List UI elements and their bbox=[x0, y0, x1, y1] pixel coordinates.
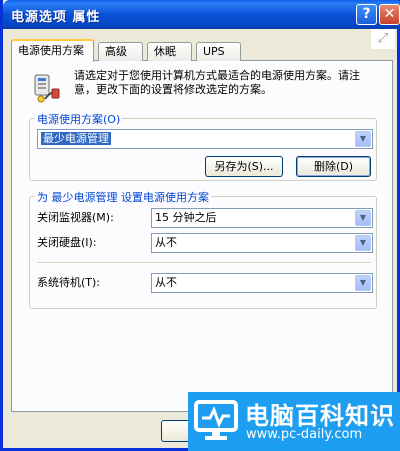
tab-power-schemes[interactable]: 电源使用方案 bbox=[11, 39, 94, 62]
monitor-off-value: 15 分钟之后 bbox=[155, 211, 217, 224]
standby-label: 系统待机(T): bbox=[37, 276, 101, 289]
scheme-select-value: 最少电源管理 bbox=[41, 132, 111, 145]
chevron-down-icon[interactable]: ▼ bbox=[355, 235, 371, 251]
settings-separator bbox=[37, 262, 371, 264]
title-bar[interactable]: 电源选项 属性 ? ✕ bbox=[3, 0, 400, 29]
chevron-down-icon[interactable]: ▼ bbox=[355, 275, 371, 291]
chevron-down-icon[interactable]: ▼ bbox=[355, 210, 371, 226]
harddisk-off-label: 关闭硬盘(I): bbox=[37, 236, 97, 249]
tab-hibernate[interactable]: 休眠 bbox=[147, 42, 192, 61]
expand-icon[interactable]: ⤢ bbox=[371, 29, 395, 49]
harddisk-off-select[interactable]: 从不 ▼ bbox=[151, 233, 373, 253]
watermark-url: www.pc-daily.com bbox=[246, 427, 363, 442]
watermark-banner: 电脑百科知识 www.pc-daily.com bbox=[188, 392, 400, 451]
standby-value: 从不 bbox=[155, 276, 177, 289]
monitor-logo-icon bbox=[194, 400, 238, 440]
scheme-group-label: 电源使用方案(O) bbox=[35, 111, 123, 127]
tab-advanced[interactable]: 高级 bbox=[98, 42, 143, 61]
dialog-window: 电源选项 属性 ? ✕ ⤢ 电源使用方案 高级 休眠 UPS 请选定对于您使用计… bbox=[0, 0, 400, 451]
help-button[interactable]: ? bbox=[356, 4, 377, 25]
watermark-title: 电脑百科知识 bbox=[245, 402, 395, 430]
delete-button[interactable]: 删除(D) bbox=[296, 156, 371, 177]
standby-select[interactable]: 从不 ▼ bbox=[151, 273, 373, 293]
tab-ups[interactable]: UPS bbox=[196, 42, 241, 61]
window-title: 电源选项 属性 bbox=[11, 10, 101, 25]
settings-group-label: 为 最少电源管理 设置电源使用方案 bbox=[35, 189, 211, 205]
chevron-down-icon[interactable]: ▼ bbox=[355, 131, 371, 147]
harddisk-off-value: 从不 bbox=[155, 236, 177, 249]
monitor-off-select[interactable]: 15 分钟之后 ▼ bbox=[151, 208, 373, 228]
monitor-off-label: 关闭监视器(M): bbox=[37, 211, 114, 224]
close-button[interactable]: ✕ bbox=[379, 4, 400, 25]
save-as-button[interactable]: 另存为(S)... bbox=[205, 156, 283, 177]
power-schemes-icon bbox=[34, 74, 60, 103]
scheme-select[interactable]: 最少电源管理 ▼ bbox=[37, 129, 373, 149]
intro-text: 请选定对于您使用计算机方式最适合的电源使用方案。请注意，更改下面的设置将修改选定… bbox=[74, 69, 360, 96]
